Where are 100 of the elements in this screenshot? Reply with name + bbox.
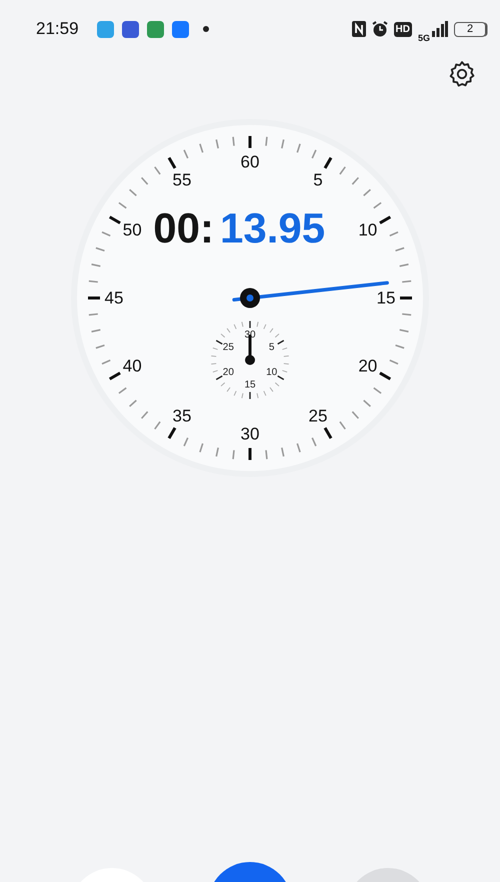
- dial-number: 5: [313, 170, 323, 190]
- dial-tick: [141, 177, 148, 185]
- subdial-number: 25: [222, 342, 234, 353]
- subdial-tick: [277, 340, 284, 345]
- dial-tick: [324, 427, 332, 440]
- status-time: 21:59: [36, 19, 79, 39]
- dial-number: 60: [240, 152, 260, 172]
- dial-tick: [96, 247, 105, 252]
- dial-tick: [265, 450, 268, 460]
- dial-tick: [363, 400, 371, 407]
- dial-tick: [281, 447, 284, 457]
- dial-tick: [88, 280, 98, 283]
- dial-number: 55: [172, 170, 192, 190]
- dial-tick: [389, 360, 398, 365]
- dial-tick: [88, 313, 98, 316]
- subdial-number: 20: [222, 367, 234, 378]
- dial-tick: [91, 329, 101, 332]
- dial-tick: [183, 150, 188, 159]
- dial-tick: [296, 443, 301, 452]
- subdial-number: 15: [244, 380, 256, 390]
- dial-tick: [102, 231, 111, 236]
- subdial-tick: [241, 392, 244, 399]
- dial-tick: [379, 372, 392, 380]
- dial-tick: [88, 296, 100, 300]
- subdial-tick: [263, 324, 266, 330]
- alarm-clock-icon: [372, 21, 388, 37]
- subdial-tick: [210, 363, 217, 365]
- dial-tick: [154, 166, 161, 175]
- subdial-tick: [216, 375, 223, 380]
- nfc-icon: [352, 21, 366, 37]
- dial-tick: [248, 136, 252, 148]
- dial-tick: [108, 372, 121, 380]
- battery-level: 2: [454, 22, 486, 36]
- dial-tick: [96, 344, 105, 349]
- dial-tick: [312, 150, 317, 159]
- dial-tick: [400, 296, 412, 300]
- signal-icon: [432, 21, 448, 37]
- dial-tick: [395, 247, 404, 252]
- dial-tick: [339, 421, 346, 430]
- dial-number: 50: [122, 220, 142, 240]
- dial-number: 30: [240, 424, 260, 444]
- dial-tick: [154, 421, 161, 430]
- dial-tick: [352, 411, 359, 419]
- dial-tick: [216, 447, 219, 457]
- dial-number: 35: [172, 406, 192, 426]
- dial-tick: [399, 264, 409, 267]
- subdial-number: 5: [268, 342, 274, 353]
- dial-tick: [248, 448, 252, 460]
- subdial-number: 10: [266, 367, 278, 378]
- dial-tick: [129, 189, 137, 196]
- subdial-tick: [277, 375, 284, 380]
- dial-tick: [389, 231, 398, 236]
- dial-tick: [232, 136, 235, 146]
- dial-number: 40: [122, 356, 142, 376]
- dial-tick: [402, 313, 412, 316]
- dial-number: 20: [358, 356, 378, 376]
- more-notifications-icon: [202, 26, 209, 32]
- dial-tick: [199, 443, 204, 452]
- dial-tick: [265, 136, 268, 146]
- dial-tick: [183, 437, 188, 446]
- dial-tick: [395, 344, 404, 349]
- elapsed-seconds: 13.95: [220, 204, 326, 252]
- dial-number: 10: [358, 220, 378, 240]
- dial-tick: [232, 450, 235, 460]
- dial-tick: [373, 387, 382, 394]
- subdial-tick: [210, 355, 217, 357]
- dial-number: 45: [104, 288, 124, 308]
- subdial-tick: [256, 392, 259, 399]
- subdial-tick: [283, 363, 290, 365]
- dial-tick: [102, 360, 111, 365]
- dial-tick: [352, 177, 359, 185]
- subdial-tick: [234, 390, 237, 396]
- subdial-tick: [249, 392, 251, 399]
- dial-tick: [168, 427, 176, 440]
- subdial-tick: [216, 340, 223, 345]
- dial-tick: [118, 202, 127, 209]
- settings-icon: [448, 60, 476, 88]
- hd-badge: HD: [394, 22, 412, 36]
- dial-tick: [324, 156, 332, 169]
- dial-tick: [379, 216, 392, 224]
- dial-number: 25: [308, 406, 328, 426]
- dial-tick: [402, 280, 412, 283]
- dial-tick: [141, 411, 148, 419]
- dial-tick: [118, 387, 127, 394]
- dial-tick: [129, 400, 137, 407]
- subdial-tick: [249, 321, 251, 328]
- subdial-tick: [282, 348, 288, 350]
- dial-tick: [312, 437, 317, 446]
- subdial-tick: [241, 321, 244, 328]
- subdial-tick: [283, 355, 290, 357]
- dial-tick: [399, 329, 409, 332]
- dial-tick: [216, 139, 219, 149]
- dial-tick: [168, 156, 176, 169]
- subdial-tick: [212, 348, 218, 350]
- subdial-tick: [212, 370, 218, 372]
- dial-tick: [363, 189, 371, 196]
- dial-tick: [373, 202, 382, 209]
- dial-tick: [108, 216, 121, 224]
- dial-number: 15: [376, 288, 396, 308]
- subdial-tick: [256, 321, 259, 328]
